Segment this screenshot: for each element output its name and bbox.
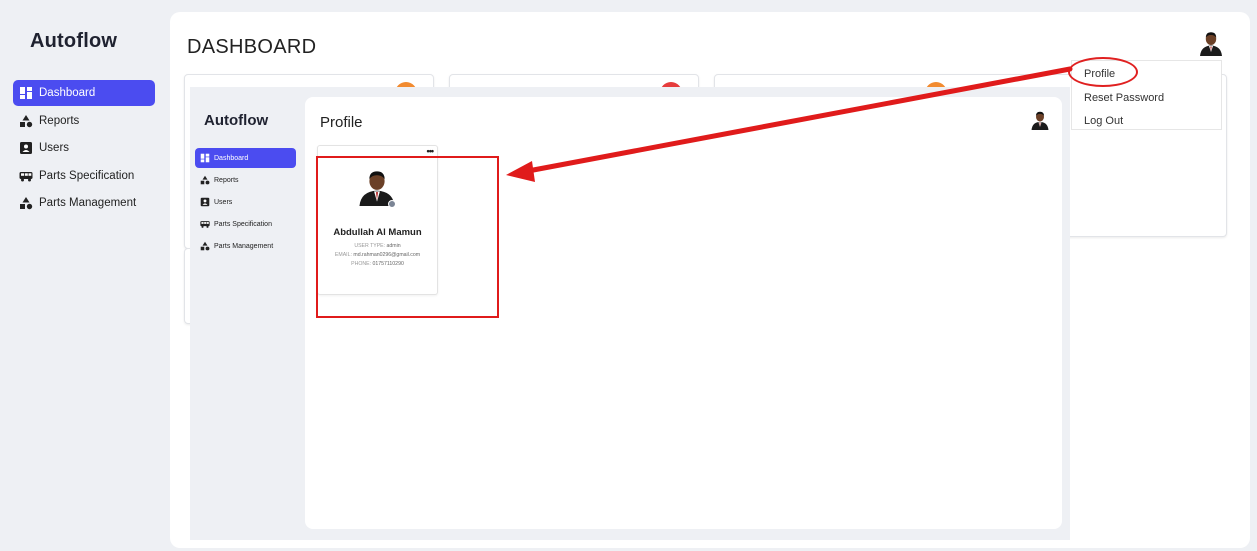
annotation-arrow <box>506 66 1073 182</box>
